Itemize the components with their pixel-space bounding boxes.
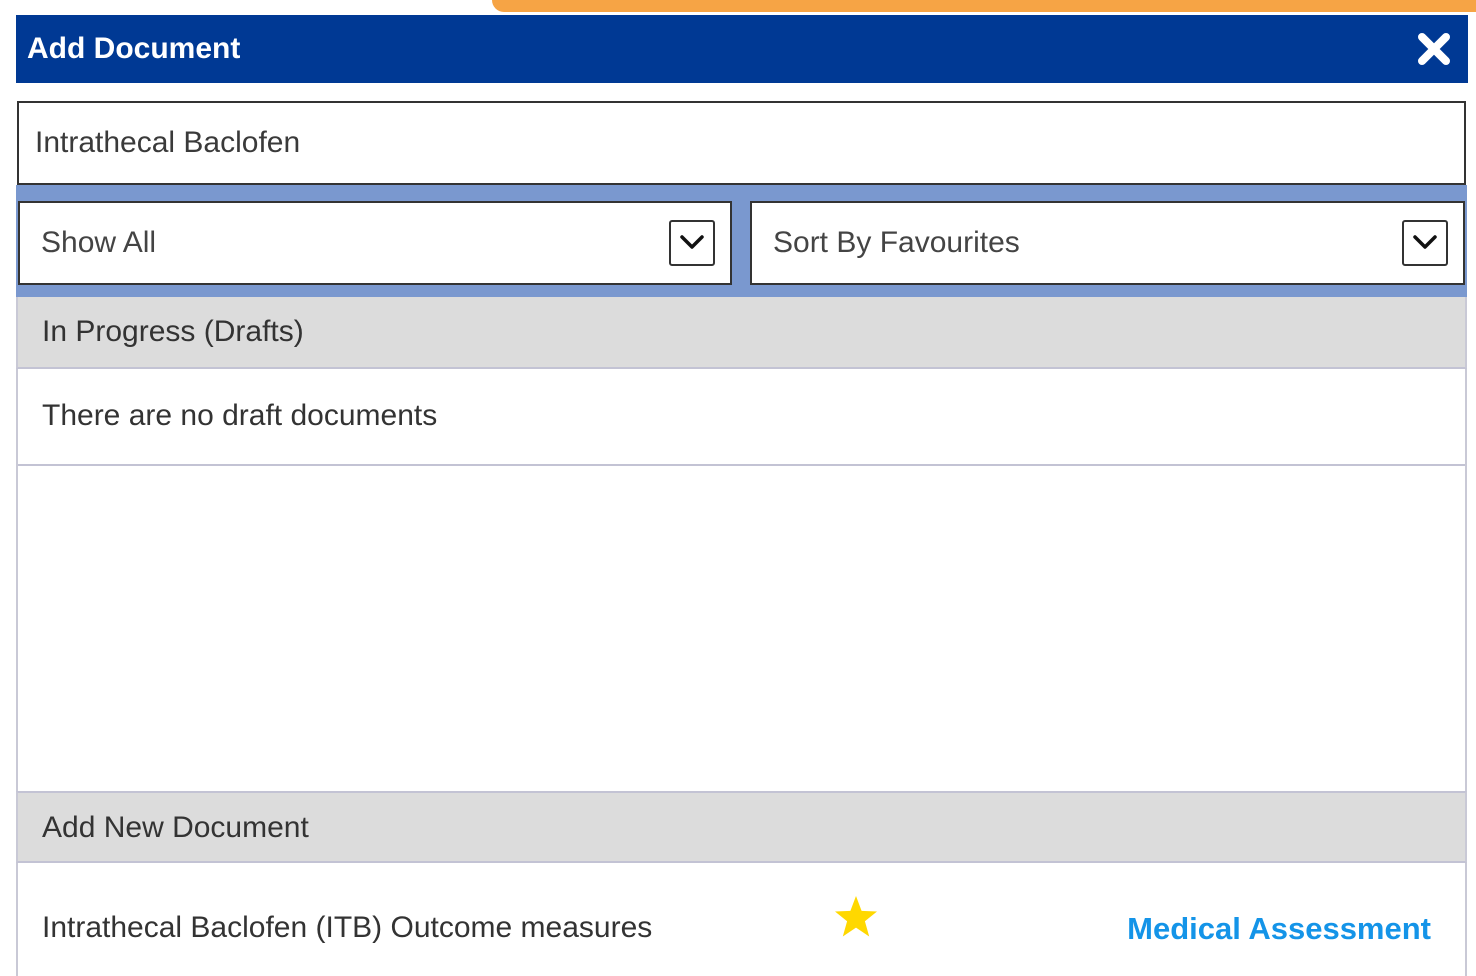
document-title: Intrathecal Baclofen (ITB) Outcome measu… [42,911,653,944]
chevron-down-icon [1413,235,1437,249]
drafts-list: There are no draft documents [16,369,1467,791]
sort-value: Sort By Favourites [773,226,1020,259]
show-filter-select[interactable]: Show All [18,201,732,285]
dialog-title: Add Document [27,32,241,65]
new-document-section-header: Add New Document [16,791,1467,863]
chevron-down-icon [680,235,704,249]
favourite-star-icon[interactable] [832,893,880,941]
sort-select[interactable]: Sort By Favourites [750,201,1465,285]
dialog-titlebar: Add Document [16,15,1468,83]
search-input[interactable] [17,101,1466,185]
show-filter-dropdown-button[interactable] [669,220,715,266]
document-list-item[interactable]: Intrathecal Baclofen (ITB) Outcome measu… [16,863,1467,976]
close-button[interactable] [1414,29,1454,69]
drafts-empty-message: There are no draft documents [18,369,1465,466]
close-icon [1418,33,1450,65]
page: Add Document Show All Sort By Favourites [0,0,1476,976]
document-category-link[interactable]: Medical Assessment [1127,911,1431,947]
sort-dropdown-button[interactable] [1402,220,1448,266]
filter-bar: Show All Sort By Favourites [16,185,1467,297]
background-orange-strip [492,0,1476,12]
show-filter-value: Show All [41,226,157,259]
drafts-section-header: In Progress (Drafts) [16,297,1467,369]
